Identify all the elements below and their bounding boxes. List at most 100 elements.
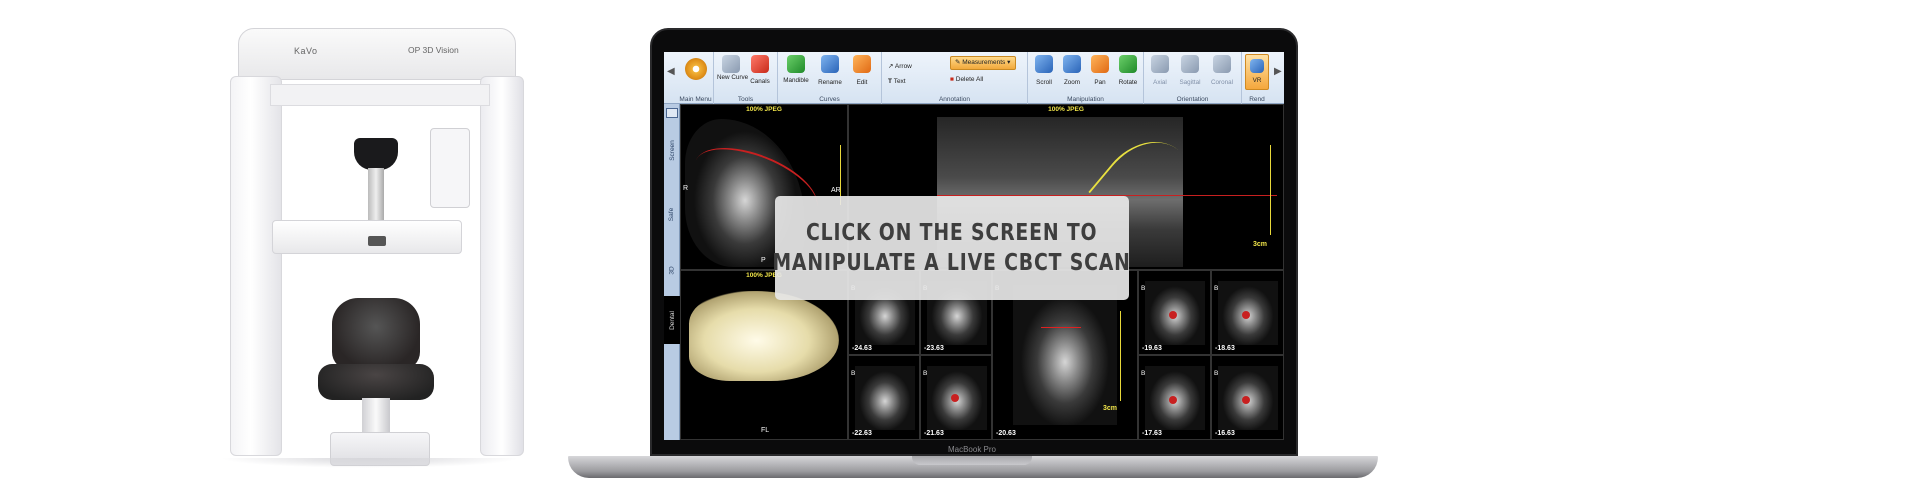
slice-value: -17.63: [1142, 430, 1162, 437]
ribbon-group-curves: Mandible Rename Edit Curves: [778, 52, 882, 104]
machine-top-housing: [238, 28, 516, 80]
pan-label: Pan: [1094, 79, 1106, 86]
edit-label: Edit: [856, 79, 868, 86]
mandible-label: Mandible: [783, 77, 809, 84]
slice-viewport[interactable]: B -21.63: [920, 355, 992, 440]
vr-button[interactable]: VR: [1245, 54, 1269, 90]
ribbon-toolbar: ◀ Main Menu New Curve Canals Tools Mandi…: [664, 52, 1284, 104]
orientation-group-label: Orientation: [1176, 96, 1209, 103]
coronal-icon: [1213, 55, 1231, 73]
new-curve-button[interactable]: New Curve: [717, 55, 748, 81]
slice-viewport[interactable]: B -22.63: [848, 355, 920, 440]
text-button[interactable]: T Text: [888, 78, 906, 85]
mandible-3d-image: [689, 291, 839, 381]
canals-button[interactable]: Canals: [746, 55, 774, 85]
laptop-notch: [912, 456, 1032, 465]
overlay-line-2: MANIPULATE A LIVE CBCT SCAN: [772, 250, 1132, 276]
manipulation-group-label: Manipulation: [1067, 96, 1104, 103]
canal-marker-icon: [1169, 396, 1177, 404]
ribbon-group-main-menu: Main Menu: [678, 52, 714, 104]
machine-left-column: [230, 76, 282, 456]
side-tabs: Screen Safe 3D Dental: [664, 104, 680, 440]
zoom-button[interactable]: Zoom: [1058, 55, 1086, 86]
machine-seat: [318, 364, 434, 400]
mandible-button[interactable]: Mandible: [782, 55, 810, 84]
rotate-button[interactable]: Rotate: [1114, 55, 1142, 86]
slice-viewport[interactable]: B -19.63: [1138, 270, 1211, 355]
machine-chin-shelf: [272, 220, 462, 254]
slice-viewport[interactable]: B -17.63: [1138, 355, 1211, 440]
overlay-line-1: CLICK ON THE SCREEN TO: [806, 220, 1098, 246]
slice-value: -18.63: [1215, 345, 1235, 352]
side-tab-safe[interactable]: Safe: [664, 194, 680, 234]
side-tab-dental[interactable]: Dental: [664, 296, 680, 344]
axial-icon: [1151, 55, 1169, 73]
vr-icon: [1250, 59, 1264, 73]
cbct-machine-image: KaVo OP 3D Vision: [200, 28, 530, 470]
arrow-label: Arrow: [894, 63, 912, 70]
slice-value: -23.63: [924, 345, 944, 352]
annotation-group-label: Annotation: [938, 96, 971, 103]
curves-group-label: Curves: [819, 96, 840, 103]
side-tab-screen[interactable]: Screen: [664, 130, 680, 170]
edit-icon: [853, 55, 871, 73]
edit-button[interactable]: Edit: [848, 55, 876, 86]
render-group-label: Rend: [1249, 96, 1265, 103]
ribbon-group-render: VR Rend: [1242, 52, 1272, 104]
machine-plate: [270, 84, 490, 106]
main-menu-label: Main Menu: [679, 96, 712, 103]
zoom-label: Zoom: [1063, 79, 1081, 86]
tools-group-label: Tools: [737, 96, 754, 103]
side-tab-screen-label: Screen: [668, 139, 676, 161]
coronal-label: Coronal: [1210, 79, 1234, 86]
coronal-button[interactable]: Coronal: [1208, 55, 1236, 86]
marker-fl: FL: [761, 427, 770, 434]
machine-side-panel: [430, 128, 470, 208]
sagittal-button[interactable]: Sagittal: [1176, 55, 1204, 86]
rename-button[interactable]: Rename: [816, 55, 844, 86]
machine-right-column: [480, 76, 524, 456]
zoom-icon: [1063, 55, 1081, 73]
slice-large-ct-image: [1013, 285, 1117, 425]
side-tab-safe-label: Safe: [668, 207, 676, 221]
delete-all-button[interactable]: ■ Delete All: [950, 76, 983, 83]
ribbon-scroll-left-icon[interactable]: ◀: [667, 66, 675, 77]
measurement-line: [1041, 327, 1081, 339]
sagittal-icon: [1181, 55, 1199, 73]
ribbon-scroll-right-icon[interactable]: ▶: [1274, 66, 1282, 77]
machine-headpost: [368, 168, 384, 228]
slice-scale-label: 3cm: [1103, 405, 1118, 412]
delete-all-label: Delete All: [955, 76, 984, 83]
pan-button[interactable]: Pan: [1086, 55, 1114, 86]
slice-value: -24.63: [852, 345, 872, 352]
machine-model: OP 3D Vision: [408, 45, 459, 55]
marker-r: R: [683, 185, 689, 192]
arrow-button[interactable]: ↗ Arrow: [888, 62, 912, 70]
rotate-icon: [1119, 55, 1137, 73]
slice-viewport[interactable]: B -18.63: [1211, 270, 1284, 355]
axial-button[interactable]: Axial: [1146, 55, 1174, 86]
click-to-manipulate-overlay[interactable]: CLICK ON THE SCREEN TO MANIPULATE A LIVE…: [772, 196, 1132, 300]
canal-marker-icon: [1242, 396, 1250, 404]
scroll-button[interactable]: Scroll: [1030, 55, 1058, 86]
side-tab-3d[interactable]: 3D: [664, 250, 680, 290]
scroll-icon: [1035, 55, 1053, 73]
ribbon-group-annotation: ↗ Arrow T Text ✎ Measurements ▾ ■ Delete…: [882, 52, 1028, 104]
slice-b-marker: B: [923, 370, 928, 377]
ribbon-group-orientation: Axial Sagittal Coronal Orientation: [1144, 52, 1242, 104]
slice-value: -19.63: [1142, 345, 1162, 352]
canals-label: Canals: [750, 78, 770, 85]
panel-toggle-icon[interactable]: [666, 108, 678, 118]
slice-value: -16.63: [1215, 430, 1235, 437]
slice-b-marker: B: [1141, 370, 1146, 377]
text-label: Text: [893, 78, 906, 85]
canal-marker-icon: [1169, 311, 1177, 319]
main-menu-button[interactable]: [685, 58, 707, 80]
slice-viewport[interactable]: B -16.63: [1211, 355, 1284, 440]
axial-viewport-label: 100% JPEG: [746, 106, 782, 113]
panoramic-scale-label: 3cm: [1253, 241, 1268, 248]
main-menu-icon: [685, 58, 707, 80]
side-tab-dental-label: Dental: [668, 310, 676, 330]
measurements-dropdown[interactable]: ✎ Measurements ▾: [950, 56, 1016, 70]
machine-display: [368, 236, 386, 246]
